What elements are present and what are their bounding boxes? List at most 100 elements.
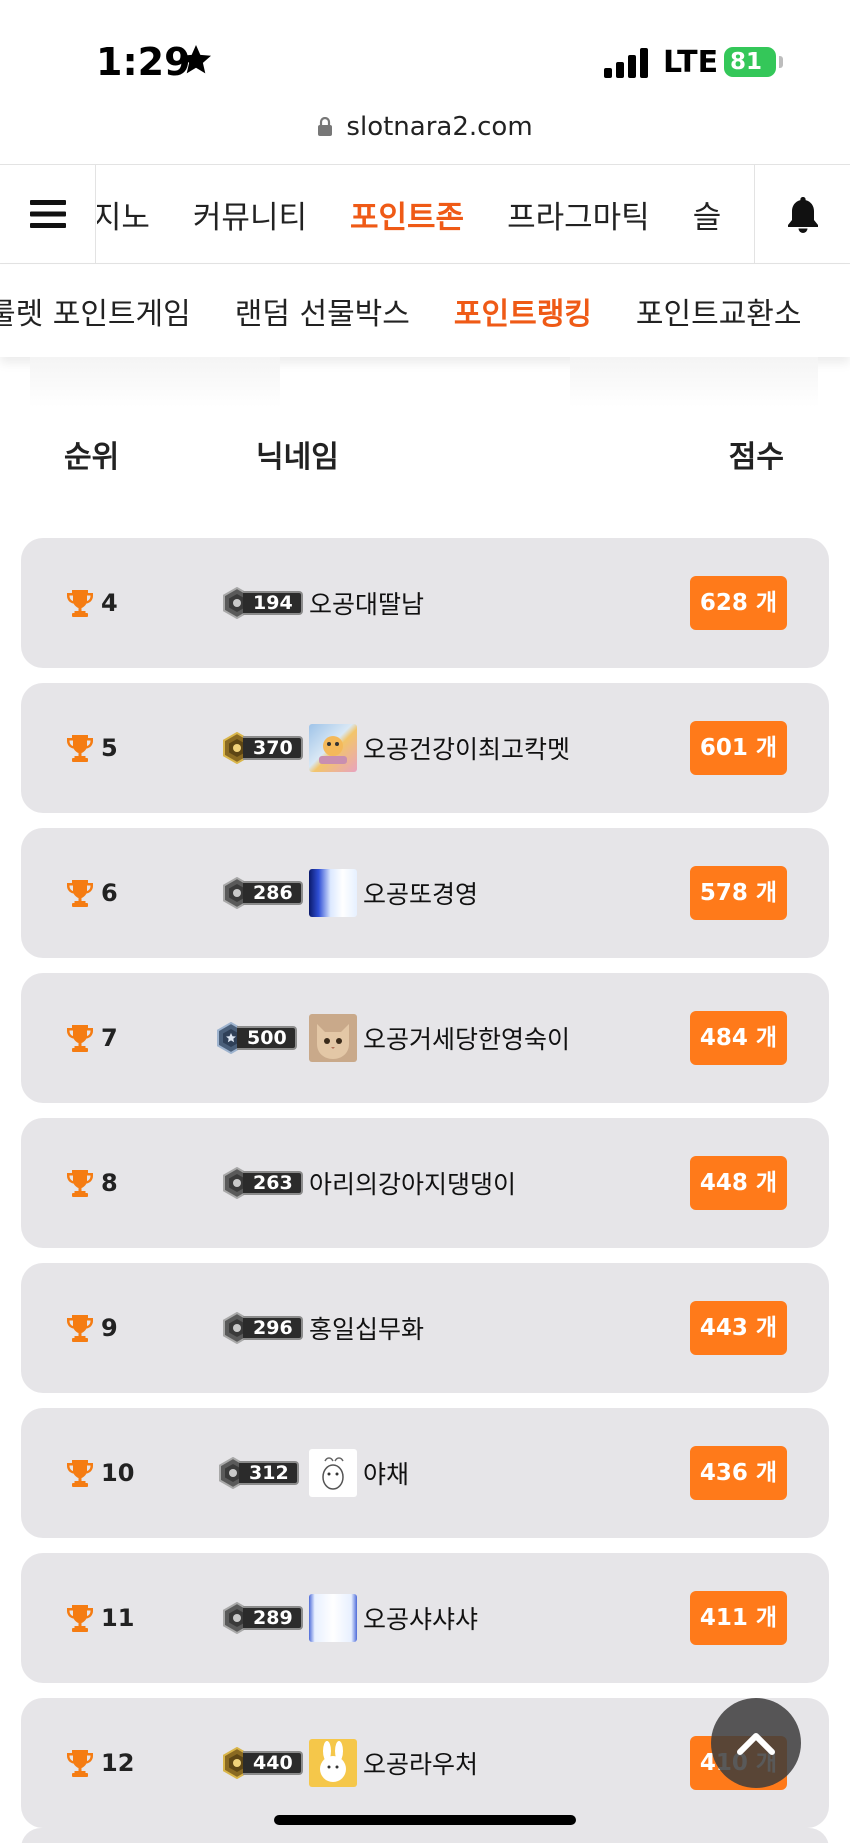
menu-icon — [29, 200, 66, 228]
score-badge: 578 개 — [689, 866, 787, 920]
main-nav: ·지노 커뮤니티 포인트존 프라그마틱 슬 — [0, 164, 850, 264]
trophy-icon — [65, 1748, 95, 1778]
header-score: 점수 — [728, 440, 784, 475]
star-icon — [181, 45, 211, 74]
signal-icon — [604, 48, 648, 78]
nickname[interactable]: 아리의강아지댕댕이 — [309, 1165, 516, 1201]
ranking-list: 4 194 오공대딸남 628 개 5 370 오공건강이최고칵멧 601 개 … — [21, 538, 829, 1843]
nav-item-point-zone[interactable]: 포인트존 — [350, 192, 464, 237]
level-badge: 296 — [221, 1312, 303, 1344]
level-badge: 263 — [221, 1167, 303, 1199]
sub-nav[interactable]: 룰렛 포인트게임 랜덤 선물박스 포인트랭킹 포인트교환소 — [0, 265, 850, 357]
battery-level: 81 — [730, 49, 763, 75]
main-nav-scroll[interactable]: ·지노 커뮤니티 포인트존 프라그마틱 슬 — [97, 165, 753, 263]
rank-number: 7 — [101, 1024, 118, 1052]
level-badge: 289 — [221, 1602, 303, 1634]
menu-button[interactable] — [0, 165, 96, 263]
nickname[interactable]: 오공대딸남 — [309, 585, 424, 621]
trophy-icon — [65, 588, 95, 618]
trophy-icon — [65, 878, 95, 908]
nickname[interactable]: 오공건강이최고칵멧 — [363, 730, 570, 766]
avatar — [309, 1739, 357, 1787]
rank-number: 12 — [101, 1749, 135, 1777]
ranking-row[interactable]: 8 263 아리의강아지댕댕이 448 개 — [21, 1118, 829, 1248]
nickname[interactable]: 오공샤샤샤 — [363, 1600, 478, 1636]
nickname[interactable]: 오공또경영 — [363, 875, 478, 911]
sub-nav-point-exchange[interactable]: 포인트교환소 — [636, 289, 802, 333]
level-number: 289 — [243, 1606, 303, 1630]
ranking-row[interactable]: 5 370 오공건강이최고칵멧 601 개 — [21, 683, 829, 813]
ranking-row[interactable]: 4 194 오공대딸남 628 개 — [21, 538, 829, 668]
ranking-row[interactable]: 7 500 오공거세당한영숙이 484 개 — [21, 973, 829, 1103]
rank-number: 11 — [101, 1604, 135, 1632]
ranking-row[interactable]: 12 440 오공라우처 410 개 — [21, 1698, 829, 1828]
level-number: 500 — [237, 1026, 297, 1050]
nickname[interactable]: 오공거세당한영숙이 — [363, 1020, 570, 1056]
level-badge: 440 — [221, 1747, 303, 1779]
score-badge: 411 개 — [689, 1591, 787, 1645]
trophy-icon — [65, 1458, 95, 1488]
battery-indicator: 81 — [724, 47, 776, 77]
score-badge: 443 개 — [689, 1301, 787, 1355]
network-type: LTE — [663, 45, 719, 80]
ranking-row[interactable]: 10 312 야채 436 개 — [21, 1408, 829, 1538]
nav-item-community[interactable]: 커뮤니티 — [193, 192, 307, 237]
level-badge: 500 — [215, 1022, 297, 1054]
sub-nav-roulette[interactable]: 룰렛 포인트게임 — [0, 289, 191, 333]
chevron-up-icon — [737, 1733, 775, 1755]
avatar — [309, 1449, 357, 1497]
rank-number: 10 — [101, 1459, 135, 1487]
trophy-icon — [65, 1168, 95, 1198]
rank-number: 6 — [101, 879, 118, 907]
level-number: 370 — [243, 736, 303, 760]
notification-button[interactable] — [754, 165, 850, 263]
avatar — [309, 1014, 357, 1062]
bell-icon — [787, 197, 818, 233]
nav-item-casino[interactable]: ·지노 — [97, 192, 150, 237]
score-badge: 436 개 — [689, 1446, 787, 1500]
url-bar[interactable]: slotnara2.com — [0, 112, 850, 152]
rank-number: 8 — [101, 1169, 118, 1197]
rank-number: 5 — [101, 734, 118, 762]
rank-number: 4 — [101, 589, 118, 617]
ranking-row[interactable]: 6 286 오공또경영 578 개 — [21, 828, 829, 958]
avatar — [309, 1594, 357, 1642]
nav-item-slot[interactable]: 슬 — [693, 192, 722, 237]
score-badge: 601 개 — [689, 721, 787, 775]
level-number: 440 — [243, 1751, 303, 1775]
lock-icon — [318, 117, 333, 136]
ranking-row[interactable]: 9 296 홍일십무화 443 개 — [21, 1263, 829, 1393]
level-number: 194 — [243, 591, 303, 615]
nickname[interactable]: 홍일십무화 — [309, 1310, 424, 1346]
ranking-row[interactable]: 11 289 오공샤샤샤 411 개 — [21, 1553, 829, 1683]
score-badge: 628 개 — [689, 576, 787, 630]
nav-item-pragmatic[interactable]: 프라그마틱 — [507, 192, 650, 237]
home-indicator — [274, 1815, 576, 1825]
podium-shadow-left — [30, 357, 280, 407]
header-rank: 순위 — [64, 440, 120, 475]
level-badge: 370 — [221, 732, 303, 764]
url-text: slotnara2.com — [346, 112, 533, 142]
level-badge: 286 — [221, 877, 303, 909]
podium-shadow-right — [570, 357, 818, 407]
level-number: 296 — [243, 1316, 303, 1340]
rank-number: 9 — [101, 1314, 118, 1342]
level-number: 312 — [239, 1461, 299, 1485]
nickname[interactable]: 오공라우처 — [363, 1745, 478, 1781]
scroll-top-button[interactable] — [711, 1698, 801, 1788]
level-number: 286 — [243, 881, 303, 905]
ranking-table-header: 순위 닉네임 점수 — [0, 432, 850, 482]
status-time: 1:29 — [96, 40, 191, 84]
trophy-icon — [65, 733, 95, 763]
header-nickname: 닉네임 — [256, 440, 339, 475]
score-badge: 484 개 — [689, 1011, 787, 1065]
level-number: 263 — [243, 1171, 303, 1195]
level-badge: 312 — [217, 1457, 299, 1489]
trophy-icon — [65, 1313, 95, 1343]
trophy-icon — [65, 1603, 95, 1633]
sub-nav-gift-box[interactable]: 랜덤 선물박스 — [235, 289, 410, 333]
sub-nav-point-ranking[interactable]: 포인트랭킹 — [454, 289, 592, 333]
nickname[interactable]: 야채 — [363, 1455, 409, 1491]
score-badge: 448 개 — [689, 1156, 787, 1210]
avatar — [309, 869, 357, 917]
